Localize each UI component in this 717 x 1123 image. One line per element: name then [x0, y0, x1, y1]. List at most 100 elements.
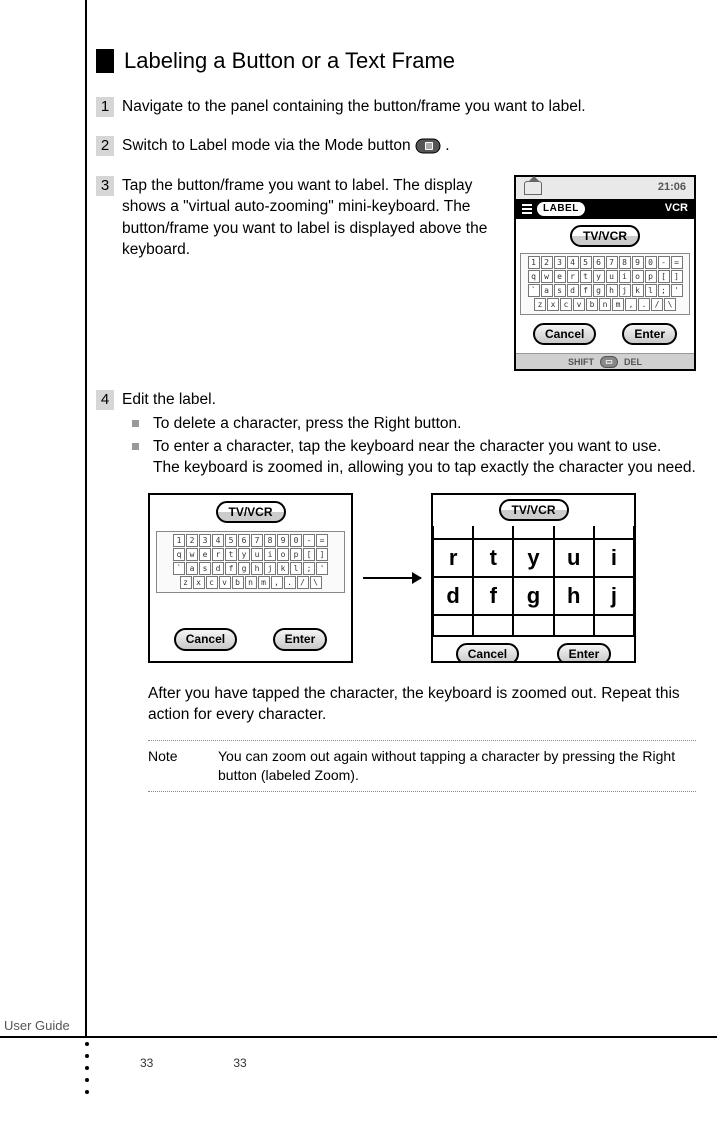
- key: s: [554, 284, 566, 297]
- key: =: [316, 534, 328, 547]
- step-2: 2 Switch to Label mode via the Mode butt…: [96, 135, 696, 156]
- device-statusbar: 21:06: [516, 177, 694, 199]
- bullet-text: To enter a character, tap the keyboard n…: [153, 436, 696, 479]
- key: [472, 614, 514, 636]
- zoomed-row-partial-bottom: [433, 615, 634, 635]
- key: x: [193, 576, 205, 589]
- device-buttons: Cancel Enter: [433, 635, 634, 663]
- footer-dots: [85, 1042, 89, 1094]
- key: 4: [212, 534, 224, 547]
- key: ]: [316, 548, 328, 561]
- keyboard-row-2: qwertyuiop[]: [159, 548, 342, 561]
- step-text: Navigate to the panel containing the but…: [122, 96, 696, 117]
- key: v: [219, 576, 231, 589]
- bullet-list: To delete a character, press the Right b…: [122, 413, 696, 479]
- key: r: [567, 270, 579, 283]
- key: .: [284, 576, 296, 589]
- key: h: [606, 284, 618, 297]
- note-rule-top: [148, 740, 696, 741]
- key: 7: [251, 534, 263, 547]
- key: u: [553, 538, 595, 578]
- mode-footer-icon: ▭: [600, 356, 618, 368]
- key: j: [593, 576, 635, 616]
- mini-keyboard: 1 2 3 4 5 6 7 8 9 0 - =: [520, 253, 690, 315]
- key: k: [277, 562, 289, 575]
- key: j: [619, 284, 631, 297]
- keyboard-row-2: q w e r t y u i o p [ ]: [523, 270, 687, 283]
- key: y: [593, 270, 605, 283]
- horizontal-rule: [0, 1036, 717, 1038]
- page-number-b: 33: [233, 1056, 246, 1070]
- key: y: [512, 538, 554, 578]
- key: /: [651, 298, 663, 311]
- key: l: [290, 562, 302, 575]
- menu-icon: [522, 204, 532, 214]
- key: e: [199, 548, 211, 561]
- key: i: [593, 538, 635, 578]
- footer-guide-label: User Guide: [4, 1018, 70, 1033]
- key: q: [528, 270, 540, 283]
- key: 1: [173, 534, 185, 547]
- key: -: [658, 256, 670, 269]
- page-number-a: 33: [140, 1056, 153, 1070]
- key: 4: [567, 256, 579, 269]
- key: ,: [271, 576, 283, 589]
- device-time: 21:06: [658, 180, 686, 195]
- heading-row: Labeling a Button or a Text Frame: [96, 48, 696, 74]
- heading-marker: [96, 49, 114, 73]
- key: ]: [671, 270, 683, 283]
- key: z: [534, 298, 546, 311]
- after-zoom-text: After you have tapped the character, the…: [148, 683, 696, 726]
- bullet-item: To delete a character, press the Right b…: [122, 413, 696, 434]
- key: y: [238, 548, 250, 561]
- key: x: [547, 298, 559, 311]
- key: ;: [658, 284, 670, 297]
- key: 5: [580, 256, 592, 269]
- note-rule-bottom: [148, 791, 696, 792]
- key: b: [586, 298, 598, 311]
- key: t: [225, 548, 237, 561]
- key: 6: [593, 256, 605, 269]
- key: o: [632, 270, 644, 283]
- target-button-label: TV/VCR: [216, 501, 286, 523]
- bullet-text: To delete a character, press the Right b…: [153, 413, 696, 434]
- key: b: [232, 576, 244, 589]
- device-footer: SHIFT ▭ DEL: [516, 353, 694, 369]
- step-4: 4 Edit the label. To delete a character,…: [96, 389, 696, 792]
- del-label: DEL: [624, 356, 642, 368]
- step-number: 3: [96, 176, 114, 196]
- keyboard-row-1: 1234567890-=: [159, 534, 342, 547]
- key: g: [593, 284, 605, 297]
- step-text-after: .: [445, 137, 449, 154]
- key: 2: [186, 534, 198, 547]
- key: ': [671, 284, 683, 297]
- cancel-button: Cancel: [174, 628, 237, 651]
- zoom-figure-row: TV/VCR 1234567890-= qwertyuiop[] `asdfgh…: [148, 493, 696, 663]
- key: ,: [625, 298, 637, 311]
- zoomed-row-mid: d f g h j: [433, 577, 634, 615]
- key: -: [303, 534, 315, 547]
- key: d: [432, 576, 474, 616]
- key: g: [238, 562, 250, 575]
- key: 7: [606, 256, 618, 269]
- key: v: [573, 298, 585, 311]
- mini-keyboard: 1234567890-= qwertyuiop[] `asdfghjkl;' z…: [156, 531, 345, 593]
- key: 2: [541, 256, 553, 269]
- enter-button: Enter: [622, 323, 677, 346]
- key: a: [541, 284, 553, 297]
- keyboard-row-1: 1 2 3 4 5 6 7 8 9 0 - =: [523, 256, 687, 269]
- key: f: [580, 284, 592, 297]
- bullet-marker: [132, 420, 139, 427]
- key: h: [251, 562, 263, 575]
- zoomed-keyboard: r t y u i d f g h j: [433, 527, 634, 635]
- target-button-label: TV/VCR: [499, 499, 569, 521]
- key: e: [554, 270, 566, 283]
- key: 6: [238, 534, 250, 547]
- note-body: You can zoom out again without tapping a…: [218, 747, 696, 786]
- target-button-label: TV/VCR: [570, 225, 640, 247]
- step-number: 4: [96, 390, 114, 410]
- bullet-item: To enter a character, tap the keyboard n…: [122, 436, 696, 479]
- zoom-top: TV/VCR: [433, 495, 634, 527]
- key: `: [173, 562, 185, 575]
- step-text-before: Switch to Label mode via the Mode button: [122, 137, 415, 154]
